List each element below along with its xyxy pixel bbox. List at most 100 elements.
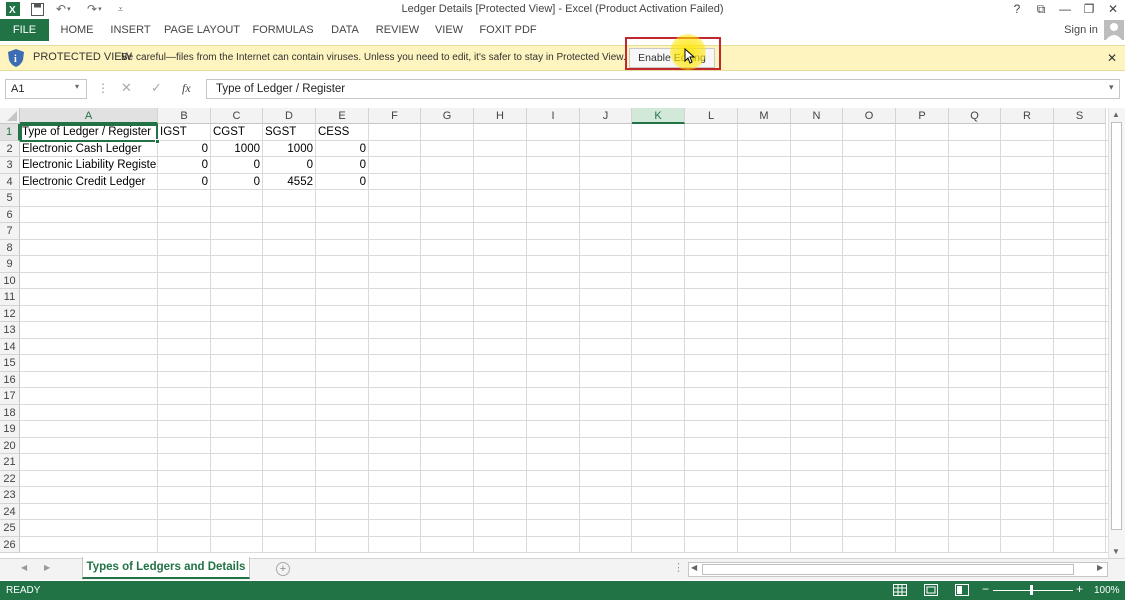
column-header-s[interactable]: S [1054, 108, 1106, 124]
row-header-16[interactable]: 16 [0, 371, 20, 388]
column-header-e[interactable]: E [316, 108, 369, 124]
restore-button[interactable]: ❐ [1077, 0, 1101, 18]
tab-file[interactable]: FILE [0, 19, 49, 41]
expand-formula-bar-icon[interactable]: ▾ [1109, 82, 1114, 93]
column-header-c[interactable]: C [211, 108, 263, 124]
tab-review[interactable]: REVIEW [375, 19, 420, 41]
help-icon[interactable]: ? [1005, 0, 1029, 18]
column-header-j[interactable]: J [580, 108, 632, 124]
cell-a2[interactable]: Electronic Cash Ledger [20, 141, 157, 158]
cell-a3[interactable]: Electronic Liability Register [20, 157, 157, 174]
fill-handle[interactable] [155, 139, 160, 144]
column-header-d[interactable]: D [263, 108, 316, 124]
sign-in-link[interactable]: Sign in [1060, 19, 1102, 41]
tab-formulas[interactable]: FORMULAS [251, 19, 315, 41]
row-header-24[interactable]: 24 [0, 503, 20, 520]
column-header-h[interactable]: H [474, 108, 527, 124]
row-header-9[interactable]: 9 [0, 256, 20, 273]
cell-a4[interactable]: Electronic Credit Ledger [20, 174, 157, 191]
enable-editing-button[interactable]: Enable Editing [629, 48, 715, 68]
cell-d3[interactable]: 0 [263, 157, 315, 174]
cell-d1[interactable]: SGST [263, 124, 315, 141]
row-header-17[interactable]: 17 [0, 388, 20, 405]
column-header-r[interactable]: R [1001, 108, 1054, 124]
column-header-i[interactable]: I [527, 108, 580, 124]
sheet-tab-active[interactable]: Types of Ledgers and Details [82, 557, 250, 579]
cell-b4[interactable]: 0 [158, 174, 210, 191]
cell-c4[interactable]: 0 [211, 174, 262, 191]
column-header-o[interactable]: O [843, 108, 896, 124]
row-header-1[interactable]: 1 [0, 124, 20, 141]
row-header-3[interactable]: 3 [0, 157, 20, 174]
row-header-15[interactable]: 15 [0, 355, 20, 372]
row-header-12[interactable]: 12 [0, 305, 20, 322]
zoom-slider-thumb[interactable] [1030, 585, 1033, 595]
column-header-a[interactable]: A [20, 108, 158, 124]
row-header-4[interactable]: 4 [0, 173, 20, 190]
next-sheet-icon[interactable]: ▶ [44, 563, 50, 572]
row-header-25[interactable]: 25 [0, 520, 20, 537]
tab-foxit-pdf[interactable]: FOXIT PDF [478, 19, 538, 41]
cell-e1[interactable]: CESS [316, 124, 368, 141]
insert-function-icon[interactable]: fx [182, 81, 191, 96]
zoom-out-button[interactable]: − [982, 582, 989, 596]
row-header-10[interactable]: 10 [0, 272, 20, 289]
cell-b3[interactable]: 0 [158, 157, 210, 174]
column-header-k[interactable]: K [632, 108, 685, 124]
close-window-button[interactable]: ✕ [1101, 0, 1125, 18]
row-header-20[interactable]: 20 [0, 437, 20, 454]
scroll-down-icon[interactable]: ▼ [1112, 547, 1120, 556]
row-header-22[interactable]: 22 [0, 470, 20, 487]
page-break-preview-icon[interactable] [955, 584, 969, 596]
prev-sheet-icon[interactable]: ◀ [21, 563, 27, 572]
column-header-b[interactable]: B [158, 108, 211, 124]
minimize-button[interactable]: — [1053, 0, 1077, 18]
column-header-l[interactable]: L [685, 108, 738, 124]
row-header-6[interactable]: 6 [0, 206, 20, 223]
horizontal-scroll-thumb[interactable] [702, 564, 1074, 575]
vertical-scroll-thumb[interactable] [1111, 122, 1122, 530]
cell-e4[interactable]: 0 [316, 174, 368, 191]
cell-c3[interactable]: 0 [211, 157, 262, 174]
row-header-21[interactable]: 21 [0, 454, 20, 471]
row-header-18[interactable]: 18 [0, 404, 20, 421]
row-header-2[interactable]: 2 [0, 140, 20, 157]
tab-data[interactable]: DATA [326, 19, 364, 41]
new-sheet-button[interactable]: + [276, 562, 290, 576]
column-header-m[interactable]: M [738, 108, 791, 124]
cell-a1[interactable]: Type of Ledger / Register [20, 124, 157, 141]
zoom-in-button[interactable]: + [1076, 582, 1083, 596]
column-header-f[interactable]: F [369, 108, 421, 124]
page-layout-view-icon[interactable] [924, 584, 938, 596]
tab-view[interactable]: VIEW [431, 19, 467, 41]
select-all-corner[interactable] [0, 108, 20, 124]
normal-view-icon[interactable] [893, 584, 907, 596]
cell-d2[interactable]: 1000 [263, 141, 315, 158]
name-box-dropdown-icon[interactable]: ▾ [75, 82, 79, 91]
cell-e2[interactable]: 0 [316, 141, 368, 158]
row-header-11[interactable]: 11 [0, 289, 20, 306]
zoom-slider-track[interactable] [993, 590, 1073, 591]
worksheet-grid[interactable]: ABCDEFGHIJKLMNOPQRS 1 2 3 4 5 6 7 8 9 10 11 12 13 14 1… [0, 108, 1108, 553]
row-header-23[interactable]: 23 [0, 487, 20, 504]
tab-insert[interactable]: INSERT [108, 19, 153, 41]
column-header-n[interactable]: N [791, 108, 843, 124]
ribbon-display-options-icon[interactable]: ⧉ [1029, 0, 1053, 18]
column-header-q[interactable]: Q [949, 108, 1001, 124]
row-header-14[interactable]: 14 [0, 338, 20, 355]
row-header-8[interactable]: 8 [0, 239, 20, 256]
row-header-19[interactable]: 19 [0, 421, 20, 438]
cell-d4[interactable]: 4552 [263, 174, 315, 191]
cell-e3[interactable]: 0 [316, 157, 368, 174]
column-header-g[interactable]: G [421, 108, 474, 124]
row-header-13[interactable]: 13 [0, 322, 20, 339]
cancel-entry-icon[interactable]: ✕ [121, 80, 132, 96]
row-header-5[interactable]: 5 [0, 190, 20, 207]
tab-page-layout[interactable]: PAGE LAYOUT [164, 19, 240, 41]
cell-b2[interactable]: 0 [158, 141, 210, 158]
row-header-7[interactable]: 7 [0, 223, 20, 240]
cell-c2[interactable]: 1000 [211, 141, 262, 158]
row-header-26[interactable]: 26 [0, 536, 20, 553]
confirm-entry-icon[interactable]: ✓ [151, 80, 162, 96]
column-header-p[interactable]: P [896, 108, 949, 124]
